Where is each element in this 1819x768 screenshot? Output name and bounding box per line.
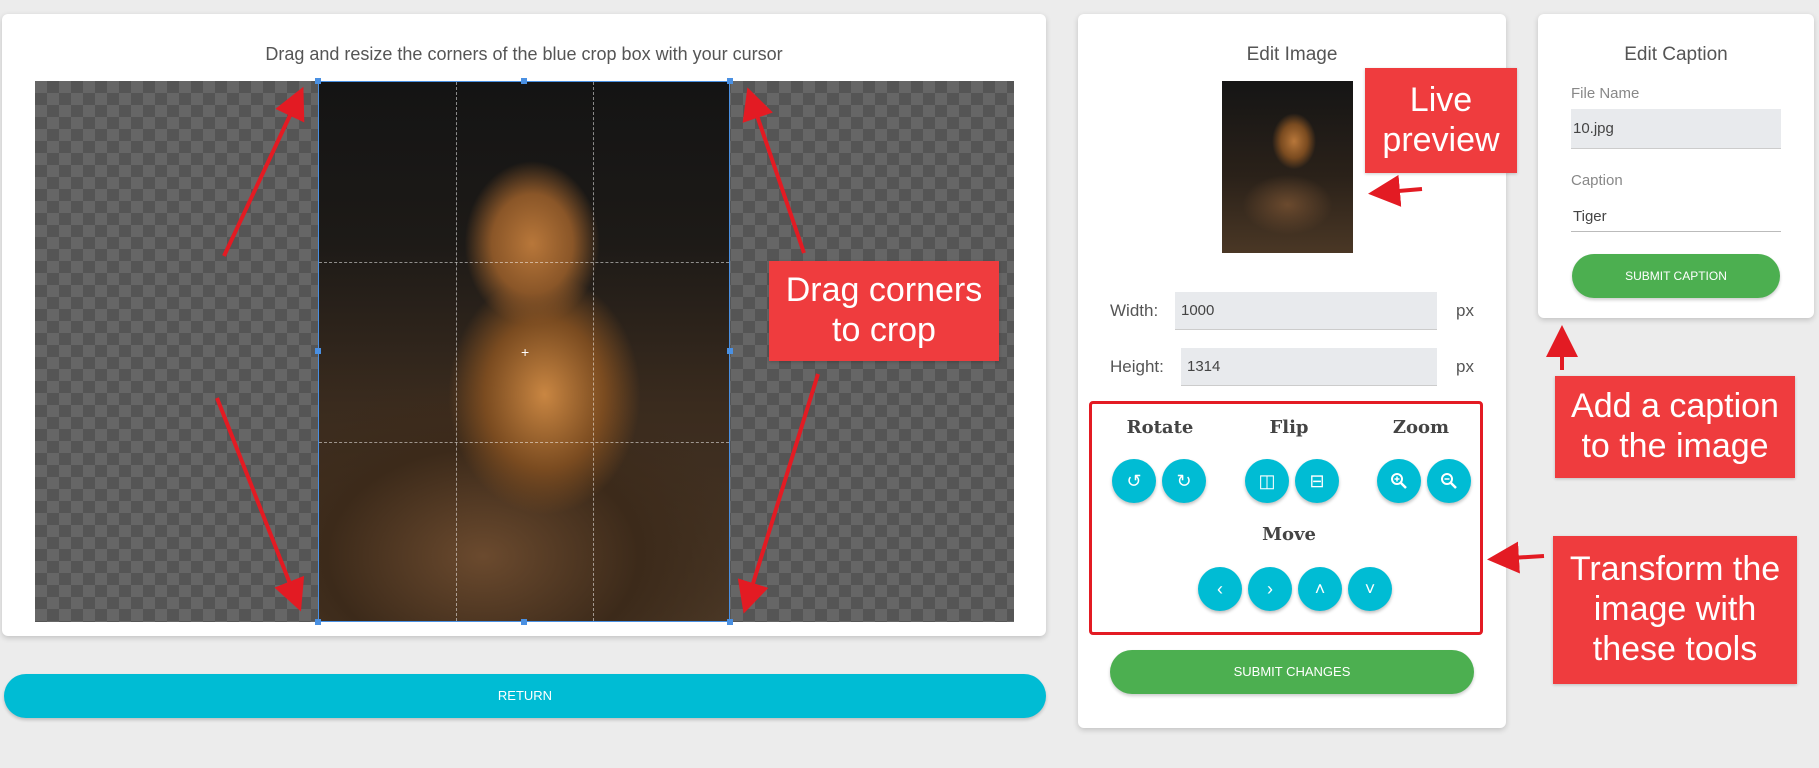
edit-caption-title: Edit Caption	[1624, 44, 1728, 65]
width-label: Width:	[1110, 301, 1159, 320]
chevron-down-icon: ˅	[1364, 579, 1376, 599]
flip-vertical-button[interactable]: ⊟	[1295, 459, 1339, 503]
flip-horizontal-icon: ◫	[1258, 471, 1276, 491]
crop-handle-top-right[interactable]	[727, 78, 733, 84]
flip-horizontal-button[interactable]: ◫	[1245, 459, 1289, 503]
crop-handle-bottom-left[interactable]	[315, 619, 321, 625]
submit-caption-button[interactable]: SUBMIT CAPTION	[1572, 254, 1780, 298]
edit-image-title: Edit Image	[1246, 44, 1338, 65]
caption-input[interactable]: Tiger	[1571, 202, 1781, 232]
move-heading: Move	[1262, 524, 1316, 545]
edit-caption-panel: Edit Caption File Name 10.jpg Caption Ti…	[1538, 14, 1814, 318]
file-name-input[interactable]: 10.jpg	[1571, 109, 1781, 149]
transform-tools-callout: Transform the image with these tools	[1553, 536, 1797, 684]
caption-label: Caption	[1571, 172, 1623, 189]
zoom-out-button[interactable]	[1427, 459, 1471, 503]
drag-corners-callout: Drag corners to crop	[769, 261, 999, 361]
move-down-button[interactable]: ˅	[1348, 567, 1392, 611]
flip-vertical-icon: ⊟	[1309, 471, 1325, 491]
crop-handle-right[interactable]	[727, 348, 733, 354]
crop-handle-bottom[interactable]	[521, 619, 527, 625]
add-caption-callout: Add a caption to the image	[1555, 376, 1795, 478]
zoom-in-icon	[1391, 473, 1407, 489]
rotate-left-icon: ↺	[1126, 471, 1142, 491]
height-label: Height:	[1110, 357, 1164, 376]
crop-guide-line	[593, 82, 594, 621]
chevron-up-icon: ˄	[1314, 579, 1326, 599]
crop-guide-line	[319, 442, 729, 443]
submit-changes-button[interactable]: SUBMIT CHANGES	[1110, 650, 1474, 694]
move-right-button[interactable]: ›	[1248, 567, 1292, 611]
flip-heading: Flip	[1269, 417, 1309, 438]
crop-instructions: Drag and resize the corners of the blue …	[265, 44, 783, 64]
zoom-heading: Zoom	[1392, 417, 1450, 438]
crop-guide-line	[456, 82, 457, 621]
move-left-button[interactable]: ‹	[1198, 567, 1242, 611]
rotate-heading: Rotate	[1126, 417, 1194, 438]
rotate-left-button[interactable]: ↺	[1112, 459, 1156, 503]
crop-center-marker: +	[521, 344, 530, 360]
crop-handle-bottom-right[interactable]	[727, 619, 733, 625]
rotate-right-icon: ↻	[1176, 471, 1192, 491]
crop-handle-left[interactable]	[315, 348, 321, 354]
move-up-button[interactable]: ˄	[1298, 567, 1342, 611]
height-input[interactable]: 1314	[1181, 348, 1437, 386]
chevron-right-icon: ›	[1267, 579, 1273, 599]
rotate-right-button[interactable]: ↻	[1162, 459, 1206, 503]
height-unit: px	[1456, 357, 1474, 376]
width-unit: px	[1456, 301, 1474, 320]
crop-box[interactable]: +	[318, 81, 730, 622]
file-name-label: File Name	[1571, 85, 1640, 102]
crop-guide-line	[319, 262, 729, 263]
zoom-in-button[interactable]	[1377, 459, 1421, 503]
crop-handle-top[interactable]	[521, 78, 527, 84]
return-button[interactable]: RETURN	[4, 674, 1046, 718]
transform-tools: Rotate Flip Zoom ↺ ↻ ◫ ⊟ Move ‹ › ˄ ˅	[1089, 401, 1483, 635]
live-preview-callout: Live preview	[1365, 68, 1517, 173]
live-preview-image	[1222, 81, 1353, 253]
width-input[interactable]: 1000	[1175, 292, 1437, 330]
zoom-out-icon	[1441, 473, 1457, 489]
crop-handle-top-left[interactable]	[315, 78, 321, 84]
chevron-left-icon: ‹	[1217, 579, 1223, 599]
